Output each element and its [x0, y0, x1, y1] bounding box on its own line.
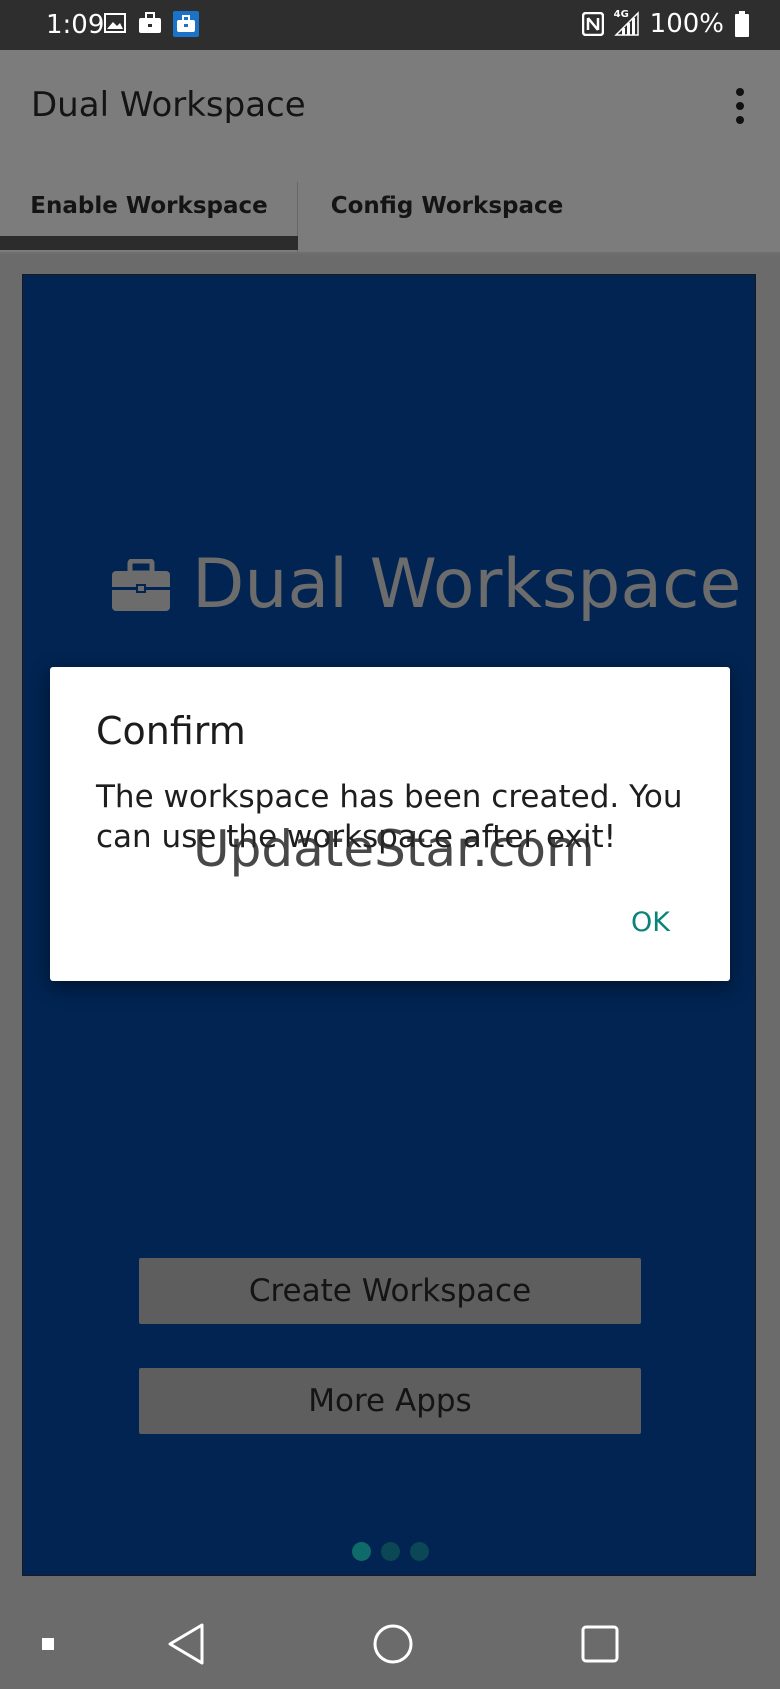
confirm-dialog: Confirm The workspace has been created. …	[50, 667, 730, 981]
image-icon	[103, 11, 127, 37]
navigation-bar	[0, 1599, 780, 1689]
brand-title: Dual Workspace	[192, 545, 742, 624]
more-apps-button[interactable]: More Apps	[139, 1368, 641, 1434]
page-dot-3[interactable]	[410, 1542, 429, 1561]
small-square-icon[interactable]	[42, 1599, 54, 1689]
ok-button[interactable]: OK	[631, 907, 670, 938]
status-time: 1:09	[46, 10, 105, 40]
recents-icon[interactable]	[581, 1599, 619, 1689]
home-icon[interactable]	[373, 1599, 413, 1689]
tab-indicator	[0, 236, 298, 250]
overflow-menu-icon[interactable]	[734, 88, 746, 124]
work-profile-icon	[173, 11, 199, 37]
dialog-title: Confirm	[96, 709, 246, 753]
battery-icon	[734, 11, 750, 37]
page-dot-2[interactable]	[381, 1542, 400, 1561]
app-bar: Dual Workspace	[0, 50, 780, 160]
dialog-message: The workspace has been created. You can …	[96, 779, 683, 855]
page-indicator	[352, 1542, 429, 1561]
brand-logo: Dual Workspace	[112, 545, 741, 624]
page-dot-1[interactable]	[352, 1542, 371, 1561]
briefcase-icon	[137, 11, 163, 37]
battery-percent: 100%	[649, 9, 724, 39]
briefcase-icon	[112, 558, 170, 611]
back-icon[interactable]	[166, 1599, 206, 1689]
tab-config-workspace[interactable]: Config Workspace	[298, 160, 596, 252]
nfc-icon	[581, 12, 604, 36]
app-title: Dual Workspace	[31, 85, 306, 125]
status-bar: 1:09 4G 100%	[0, 0, 780, 50]
signal-icon: 4G	[613, 9, 640, 37]
network-type: 4G	[613, 9, 629, 20]
status-icons-left	[103, 11, 199, 37]
status-icons-right: 4G 100%	[581, 9, 750, 39]
create-workspace-button[interactable]: Create Workspace	[139, 1258, 641, 1324]
